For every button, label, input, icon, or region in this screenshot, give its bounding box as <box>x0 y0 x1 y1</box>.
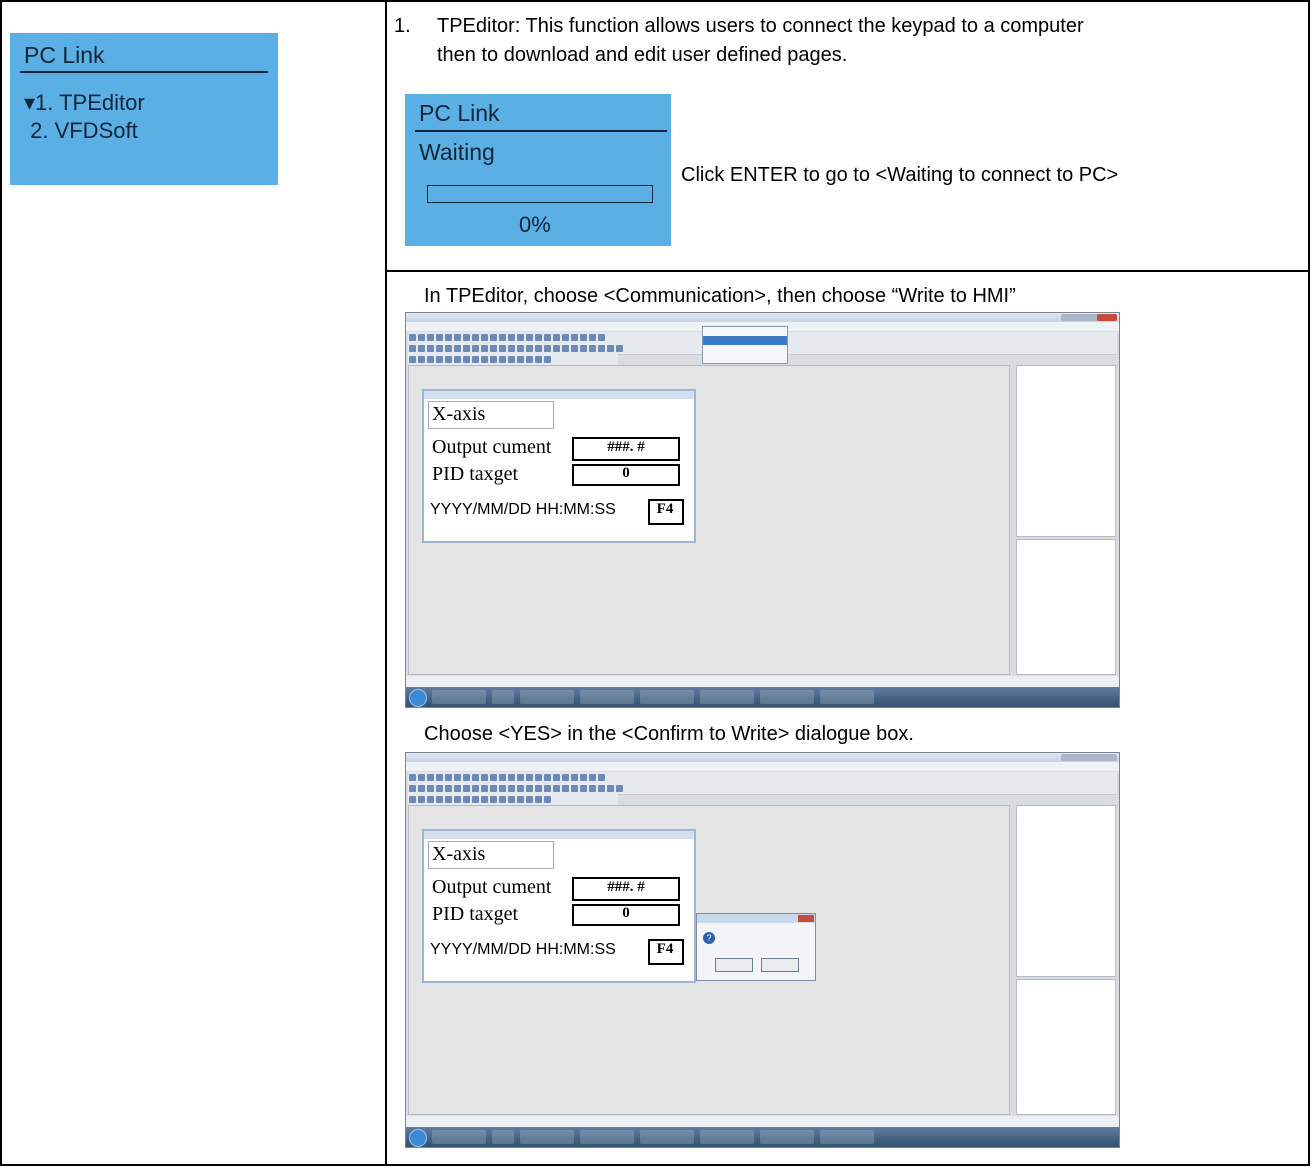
property-pane <box>1016 539 1116 675</box>
pid-target-label: PID taxget <box>432 903 519 925</box>
pid-target-value: 0 <box>622 465 630 481</box>
pid-target-label: PID taxget <box>432 463 519 485</box>
lcd-title: PC Link <box>419 100 500 126</box>
dialog-titlebar <box>697 914 815 923</box>
question-icon: ? <box>703 932 715 944</box>
page-title-frame <box>428 401 554 429</box>
no-button[interactable] <box>761 958 799 972</box>
lcd-title-underline <box>20 71 268 73</box>
item-number: 1. <box>394 15 411 37</box>
row-divider <box>387 270 1308 272</box>
tpeditor-screenshot-write: X-axis Output cument ###. # PID taxget 0… <box>405 312 1120 708</box>
f4-label: F4 <box>656 941 674 957</box>
yes-button[interactable] <box>715 958 753 972</box>
window-titlebar <box>406 753 1119 762</box>
f4-label: F4 <box>656 501 674 517</box>
progress-label: 0% <box>519 212 551 237</box>
page-window-titlebar <box>424 831 694 839</box>
property-pane <box>1016 979 1116 1115</box>
enter-hint: Click ENTER to go to <Waiting to connect… <box>681 164 1119 186</box>
column-divider <box>385 2 387 1164</box>
tpeditor-screenshot-confirm: X-axis Output cument ###. # PID taxget 0… <box>405 752 1120 1148</box>
step-confirm-text: Choose <YES> in the <Confirm to Write> d… <box>424 723 914 745</box>
menu-item-vfdsoft[interactable]: 2. VFDSoft <box>24 118 138 144</box>
output-current-value: ###. # <box>607 439 645 455</box>
write-to-hmi-item[interactable] <box>703 336 787 345</box>
lcd-title: PC Link <box>24 42 105 68</box>
page-title-frame <box>428 841 554 869</box>
pc-link-menu-lcd: PC Link ▾1. TPEditor 2. VFDSoft <box>10 33 278 185</box>
page-editor-window: X-axis Output cument ###. # PID taxget 0… <box>422 389 696 543</box>
waiting-status: Waiting <box>419 139 495 165</box>
close-icon[interactable] <box>798 915 814 922</box>
windows-taskbar <box>406 687 1119 707</box>
page-window-titlebar <box>424 391 694 399</box>
page-editor-window: X-axis Output cument ###. # PID taxget 0… <box>422 829 696 983</box>
clock-text: YYYY/MM/DD HH:MM:SS <box>430 941 616 958</box>
window-titlebar <box>406 313 1119 322</box>
output-current-value: ###. # <box>607 879 645 895</box>
pid-target-value: 0 <box>622 905 630 921</box>
status-bar <box>406 1116 1119 1127</box>
windows-taskbar <box>406 1127 1119 1147</box>
clock-text: YYYY/MM/DD HH:MM:SS <box>430 501 616 518</box>
page-tree-pane <box>1016 365 1116 537</box>
page-tree-pane <box>1016 805 1116 977</box>
description-line-2: then to download and edit user defined p… <box>437 44 848 66</box>
confirm-dialog: ? <box>696 913 816 981</box>
status-bar <box>406 676 1119 687</box>
menu-item-tpeditor[interactable]: ▾1. TPEditor <box>24 90 145 116</box>
communication-dropdown <box>702 326 788 364</box>
pc-link-waiting-lcd: PC Link Waiting 0% <box>405 94 671 246</box>
menu-bar <box>406 762 1119 771</box>
progress-bar <box>427 185 653 203</box>
lcd-title-underline <box>415 130 667 132</box>
output-current-label: Output cument <box>432 436 552 458</box>
step-communication-text: In TPEditor, choose <Communication>, the… <box>424 285 1016 307</box>
description-line-1: TPEditor: This function allows users to … <box>437 15 1084 37</box>
output-current-label: Output cument <box>432 876 552 898</box>
